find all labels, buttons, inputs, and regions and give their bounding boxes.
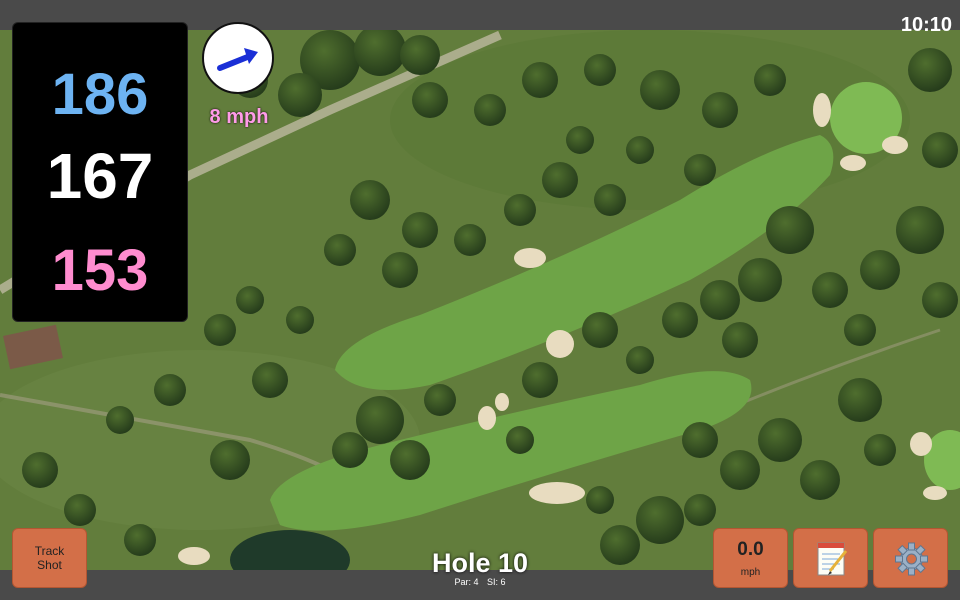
notes-button[interactable] [793,528,868,588]
notepad-icon [817,542,848,576]
track-shot-label-line1: Track [34,544,65,558]
track-shot-button[interactable]: Track Shot [12,528,87,588]
settings-button[interactable] [873,528,948,588]
back-distance: 186 [51,62,149,127]
middle-distance: 167 [46,140,154,212]
wind-speed-button[interactable]: 0.0 mph [713,528,788,588]
track-shot-label-line2: Shot [37,558,62,572]
gear-icon [895,542,928,576]
wind-indicator [202,22,274,94]
hole-title: Hole 10 [431,548,529,578]
clock: 10:10 [900,14,952,36]
distance-panel: 186 167 153 [12,22,188,322]
front-distance: 153 [51,238,149,303]
hole-par: Par: 4 [454,577,479,587]
wind-speed-label: 8 mph [209,106,269,128]
wind-value: 0.0 [737,539,764,560]
hole-stroke-index: SI: 6 [487,577,506,587]
hole-info: Par: 4 SI: 6 [380,577,580,587]
wind-unit: mph [740,567,761,578]
wind-arrow-icon [217,48,258,71]
